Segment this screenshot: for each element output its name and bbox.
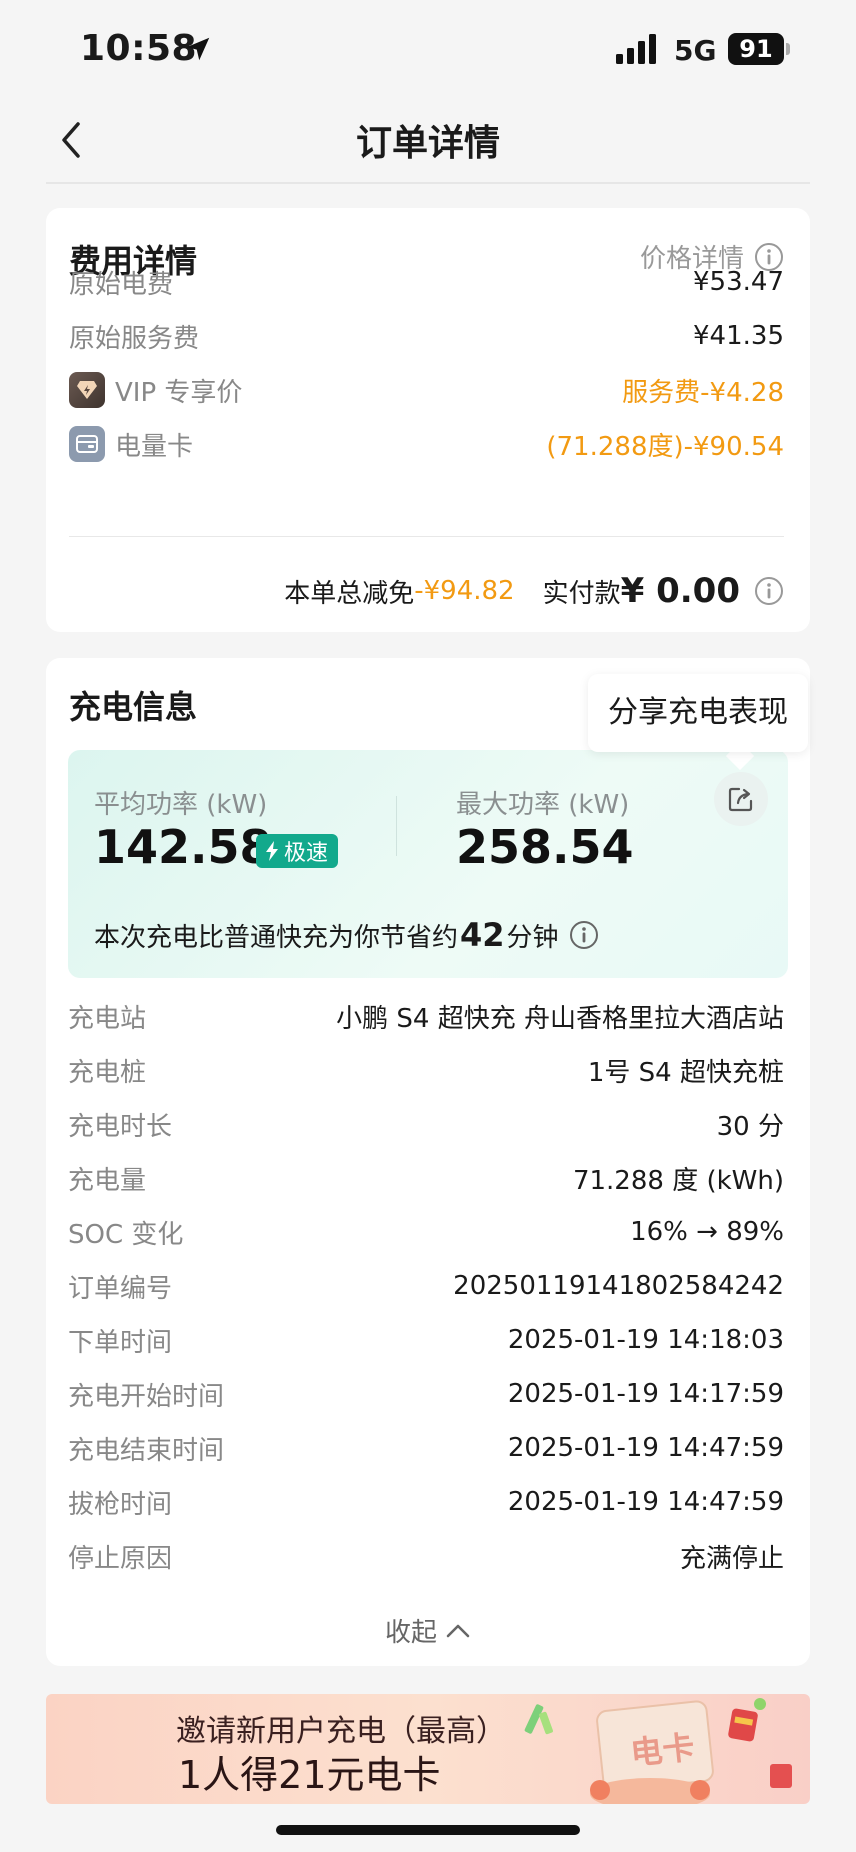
- info-row: 充电桩 1号 S4 超快充桩: [68, 1050, 784, 1090]
- info-row: 订单编号 20250119141802584242: [68, 1266, 784, 1306]
- info-value: 2025-01-19 14:18:03: [507, 1325, 784, 1355]
- wallet-card-icon: [69, 426, 105, 462]
- fee-value: ¥53.47: [693, 267, 784, 297]
- info-value: 2025-01-19 14:47:59: [507, 1433, 784, 1463]
- total-row: 本单总减免 -¥94.82 实付款 ¥ 0.00: [284, 566, 784, 616]
- fee-row: VIP 专享价 服务费-¥4.28: [69, 370, 784, 410]
- info-value: 充满停止: [679, 1543, 784, 1574]
- info-row: 充电站 小鹏 S4 超快充 舟山香格里拉大酒店站: [68, 996, 784, 1036]
- fee-label: 原始电费: [69, 269, 174, 300]
- info-value: 71.288 度 (kWh): [572, 1165, 784, 1196]
- paid-value: ¥ 0.00: [620, 571, 740, 611]
- page-title: 订单详情: [355, 123, 500, 164]
- lightning-icon: [266, 841, 278, 861]
- signal-icon: [616, 34, 656, 64]
- info-row: SOC 变化 16% → 89%: [68, 1212, 784, 1252]
- info-label: 下单时间: [68, 1327, 173, 1358]
- fee-value: 服务费-¥4.28: [622, 377, 784, 408]
- fee-label-wrap: VIP 专享价: [69, 372, 242, 409]
- location-arrow-icon: [186, 37, 210, 61]
- chevron-up-icon: [446, 1624, 470, 1637]
- info-value: 1号 S4 超快充桩: [587, 1057, 784, 1088]
- time-saved-prefix: 本次充电比普通快充为你节省约: [94, 922, 459, 953]
- info-label: 停止原因: [68, 1543, 173, 1574]
- collapse-label: 收起: [384, 1618, 437, 1648]
- nav-bar: 订单详情: [0, 100, 856, 182]
- share-button[interactable]: [714, 772, 768, 826]
- avg-power-value: 142.58: [94, 820, 272, 874]
- info-value: 30 分: [716, 1111, 784, 1142]
- time-saved-suffix: 分钟: [506, 922, 559, 953]
- info-label: 充电桩: [68, 1057, 147, 1088]
- info-label: 充电量: [68, 1165, 147, 1196]
- power-summary: 平均功率 (kW) 142.58 极速 最大功率 (kW) 258.54 本次充…: [68, 750, 788, 978]
- vip-diamond-icon: [69, 372, 105, 408]
- total-reduce-label: 本单总减免: [284, 578, 415, 609]
- fee-label: VIP 专享价: [115, 377, 243, 408]
- total-reduce-value: -¥94.82: [414, 576, 515, 606]
- fee-label: 电量卡: [115, 431, 194, 462]
- fee-details-card: 费用详情 价格详情 原始电费 ¥53.47 原始服务费 ¥41.35 VIP 专…: [46, 208, 810, 632]
- time-saved-line: 本次充电比普通快充为你节省约 42 分钟: [94, 916, 599, 954]
- collapse-button[interactable]: 收起: [46, 1612, 810, 1649]
- info-label: 充电结束时间: [68, 1435, 225, 1466]
- max-power-label: 最大功率 (kW): [456, 790, 630, 820]
- speed-badge: 极速: [256, 834, 339, 868]
- speed-badge-label: 极速: [284, 841, 329, 866]
- paid-info-icon[interactable]: [754, 576, 784, 606]
- status-time: 10:58: [80, 28, 198, 69]
- battery-tip: [786, 43, 790, 55]
- fee-value: (71.288度)-¥90.54: [546, 431, 784, 462]
- nav-divider: [46, 182, 810, 184]
- info-row: 下单时间 2025-01-19 14:18:03: [68, 1320, 784, 1360]
- info-label: SOC 变化: [68, 1219, 184, 1250]
- banner-offer: 1人得21元电卡: [178, 1753, 441, 1797]
- info-value: 小鹏 S4 超快充 舟山香格里拉大酒店站: [336, 1003, 784, 1034]
- paid-label: 实付款: [542, 578, 621, 609]
- fee-divider: [69, 536, 784, 537]
- share-tooltip[interactable]: 分享充电表现: [588, 674, 808, 752]
- info-row: 充电时长 30 分: [68, 1104, 784, 1144]
- home-indicator: [276, 1825, 580, 1835]
- time-saved-minutes: 42: [460, 916, 505, 954]
- invite-banner[interactable]: 邀请新用户充电（最高） 1人得21元电卡 电卡: [46, 1694, 810, 1804]
- max-power-value: 258.54: [456, 820, 634, 874]
- battery-icon: 91: [728, 33, 784, 65]
- banner-card-text: 电卡: [629, 1728, 697, 1772]
- info-row: 停止原因 充满停止: [68, 1536, 784, 1576]
- info-label: 订单编号: [68, 1273, 173, 1304]
- fee-label-wrap: 电量卡: [69, 426, 193, 463]
- info-row: 充电开始时间 2025-01-19 14:17:59: [68, 1374, 784, 1414]
- time-saved-info-icon[interactable]: [569, 920, 599, 950]
- info-row: 拔枪时间 2025-01-19 14:47:59: [68, 1482, 784, 1522]
- info-row: 充电结束时间 2025-01-19 14:47:59: [68, 1428, 784, 1468]
- fee-row: 原始电费 ¥53.47: [69, 262, 784, 302]
- info-label: 充电站: [68, 1003, 147, 1034]
- info-label: 充电开始时间: [68, 1381, 225, 1412]
- fee-label: 原始服务费: [69, 323, 200, 354]
- network-type: 5G: [674, 34, 717, 67]
- banner-gift-card-illustration: 电卡: [524, 1698, 792, 1804]
- power-separator: [396, 796, 397, 856]
- fee-row: 原始服务费 ¥41.35: [69, 316, 784, 356]
- info-value: 16% → 89%: [630, 1217, 784, 1247]
- status-bar: 10:58 5G 91: [0, 0, 856, 100]
- info-label: 充电时长: [68, 1111, 173, 1142]
- info-row: 充电量 71.288 度 (kWh): [68, 1158, 784, 1198]
- charging-info-card: 充电信息 平均功率 (kW) 142.58 极速 最大功率 (kW) 258.5…: [46, 658, 810, 1666]
- share-icon: [728, 787, 753, 812]
- info-value: 20250119141802584242: [453, 1271, 784, 1301]
- charge-card-title: 充电信息: [69, 688, 198, 726]
- info-value: 2025-01-19 14:17:59: [507, 1379, 784, 1409]
- info-label: 拔枪时间: [68, 1489, 173, 1520]
- info-value: 2025-01-19 14:47:59: [507, 1487, 784, 1517]
- fee-row: 电量卡 (71.288度)-¥90.54: [69, 424, 784, 464]
- fee-value: ¥41.35: [693, 321, 784, 351]
- avg-power-label: 平均功率 (kW): [94, 790, 268, 820]
